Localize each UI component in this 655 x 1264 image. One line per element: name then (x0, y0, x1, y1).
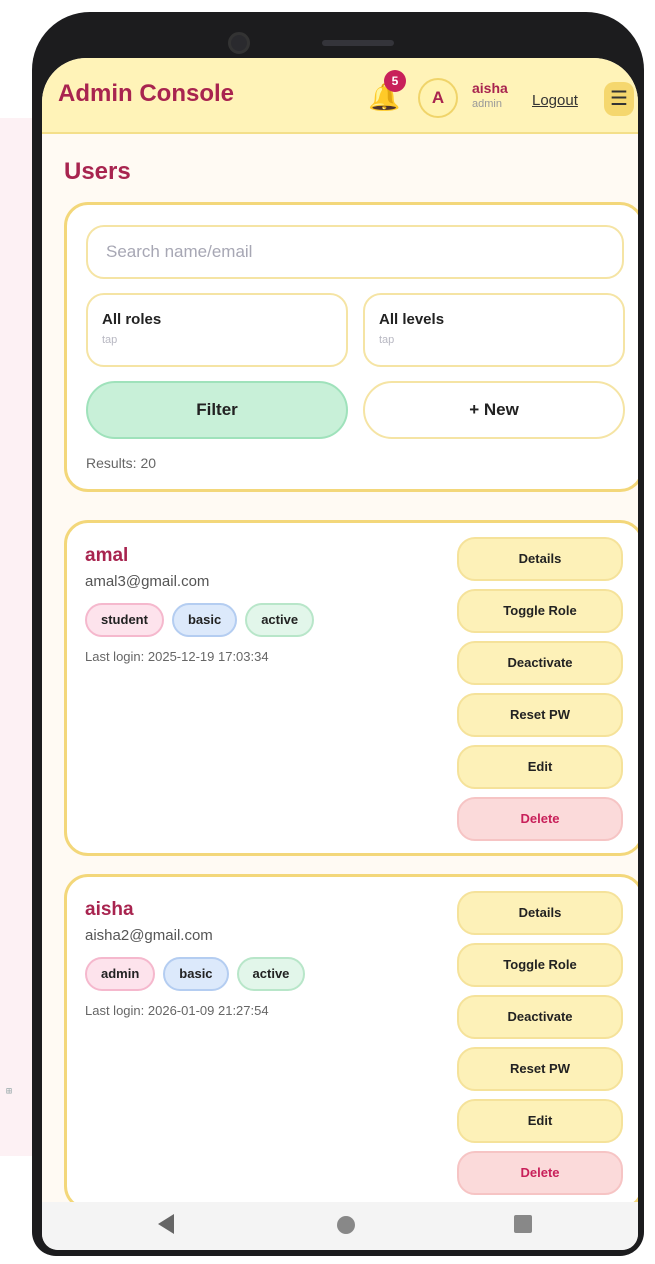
details-button[interactable]: Details (457, 891, 623, 935)
new-user-button[interactable]: + New (363, 381, 625, 439)
reset-password-button[interactable]: Reset PW (457, 693, 623, 737)
reset-password-button[interactable]: Reset PW (457, 1047, 623, 1091)
user-email: aisha2@gmail.com (85, 927, 213, 944)
last-login: Last login: 2026-01-09 21:27:54 (85, 1003, 269, 1018)
page-title: Users (64, 158, 131, 185)
search-input[interactable] (86, 225, 624, 279)
user-card: amal amal3@gmail.com student basic activ… (64, 520, 638, 856)
role-tag: student (85, 603, 164, 637)
app-header: Admin Console 🔔 5 A aisha admin Logout ☰ (42, 58, 638, 134)
user-actions: Details Toggle Role Deactivate Reset PW … (457, 891, 625, 1203)
level-tag: basic (171, 603, 238, 637)
role-tag: admin (85, 957, 156, 991)
filter-button[interactable]: Filter (86, 381, 348, 439)
details-button[interactable]: Details (457, 537, 623, 581)
role-select-hint: tap (102, 334, 118, 346)
deactivate-button[interactable]: Deactivate (457, 641, 623, 685)
user-tags: student basic active (85, 603, 315, 637)
current-user-role: admin (472, 98, 502, 110)
user-email: amal3@gmail.com (85, 573, 210, 590)
user-actions: Details Toggle Role Deactivate Reset PW … (457, 537, 625, 849)
menu-icon[interactable]: ☰ (604, 82, 634, 116)
deactivate-button[interactable]: Deactivate (457, 995, 623, 1039)
logout-link[interactable]: Logout (532, 92, 578, 109)
level-select-label: All levels (379, 311, 445, 328)
delete-button[interactable]: Delete (457, 1151, 623, 1195)
notification-badge: 5 (384, 70, 406, 92)
delete-button[interactable]: Delete (457, 797, 623, 841)
status-tag: active (245, 603, 315, 637)
phone-frame: Admin Console 🔔 5 A aisha admin Logout ☰… (32, 12, 644, 1256)
edit-button[interactable]: Edit (457, 1099, 623, 1143)
toggle-role-button[interactable]: Toggle Role (457, 943, 623, 987)
edit-button[interactable]: Edit (457, 745, 623, 789)
last-login: Last login: 2025-12-19 17:03:34 (85, 649, 269, 664)
status-tag: active (236, 957, 306, 991)
app-screen: Admin Console 🔔 5 A aisha admin Logout ☰… (42, 58, 638, 1250)
camera-icon (228, 32, 250, 54)
level-select[interactable]: All levels tap (363, 293, 625, 367)
user-name: aisha (85, 899, 134, 920)
filter-card: All roles tap All levels tap Filter + Ne… (64, 202, 638, 492)
user-card: aisha aisha2@gmail.com admin basic activ… (64, 874, 638, 1210)
level-tag: basic (163, 957, 229, 991)
speaker-grille (322, 40, 394, 46)
avatar[interactable]: A (418, 78, 458, 118)
current-user-name: aisha (472, 80, 508, 96)
results-count: Results: 20 (86, 455, 157, 471)
app-title: Admin Console (58, 80, 235, 107)
role-select-label: All roles (102, 311, 162, 328)
back-icon[interactable] (158, 1214, 174, 1234)
recents-icon[interactable] (514, 1215, 532, 1233)
home-icon[interactable] (337, 1216, 355, 1234)
role-select[interactable]: All roles tap (86, 293, 348, 367)
level-select-hint: tap (379, 334, 395, 346)
user-name: amal (85, 545, 129, 566)
background-glyph: ⊞ (6, 1086, 13, 1097)
user-tags: admin basic active (85, 957, 306, 991)
toggle-role-button[interactable]: Toggle Role (457, 589, 623, 633)
system-nav-bar (42, 1202, 638, 1250)
